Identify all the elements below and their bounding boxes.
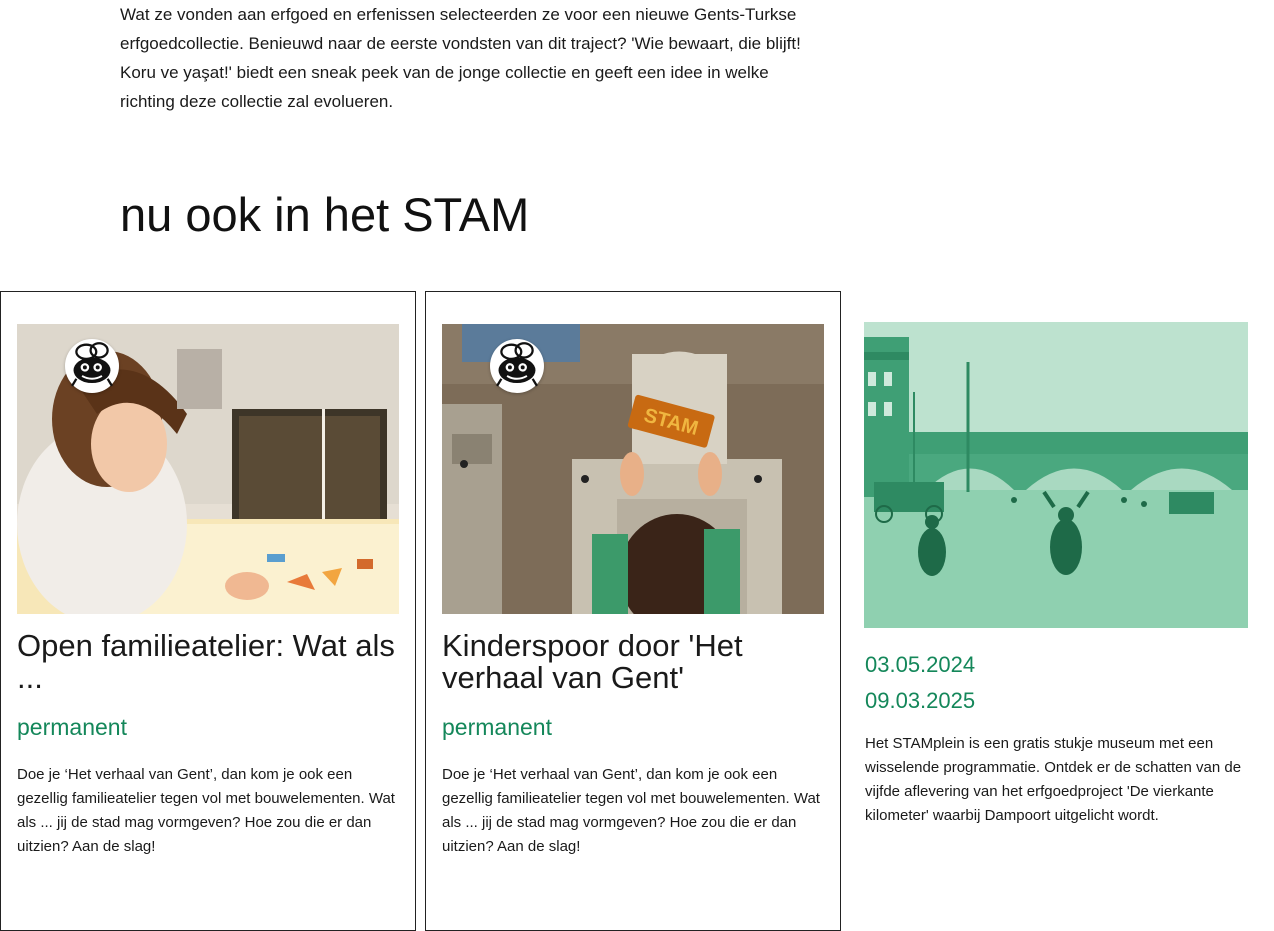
card-date: permanent [17,714,127,740]
event-card[interactable]: Open familieatelier: Wat als ... permane… [0,291,416,931]
card-title[interactable]: Open familieatelier: Wat als ... [17,630,407,694]
card-title[interactable]: Kinderspoor door 'Het verhaal van Gent' [442,630,832,694]
start-date: 03.05.2024 [865,652,976,677]
bee-mascot-icon [496,342,538,387]
card-image-child-museum-model[interactable]: STAM [442,324,824,614]
card-description: Doe je ‘Het verhaal van Gent’, dan kom j… [442,766,820,855]
date-range: 03.05.2024 09.03.2025 [865,647,975,719]
bee-mascot-badge [490,339,544,393]
intro-paragraph: Wat ze vonden aan erfgoed en erfenissen … [120,5,801,111]
card-date: permanent [442,714,552,740]
section-title: nu ook in het STAM [120,188,530,241]
card-image-child-crafting[interactable] [17,324,399,614]
bee-mascot-badge [65,339,119,393]
card-image-historic-dampoort[interactable] [864,322,1248,628]
bee-mascot-icon [71,342,113,387]
end-date: 09.03.2025 [865,688,976,713]
card-description: Het STAMplein is een gratis stukje museu… [865,735,1242,824]
event-card[interactable]: 03.05.2024 09.03.2025 Het STAMplein is e… [848,291,1268,931]
card-description: Doe je ‘Het verhaal van Gent’, dan kom j… [17,766,395,855]
event-card[interactable]: STAM Kinderspoor door 'Het verhaal van G… [425,291,841,931]
